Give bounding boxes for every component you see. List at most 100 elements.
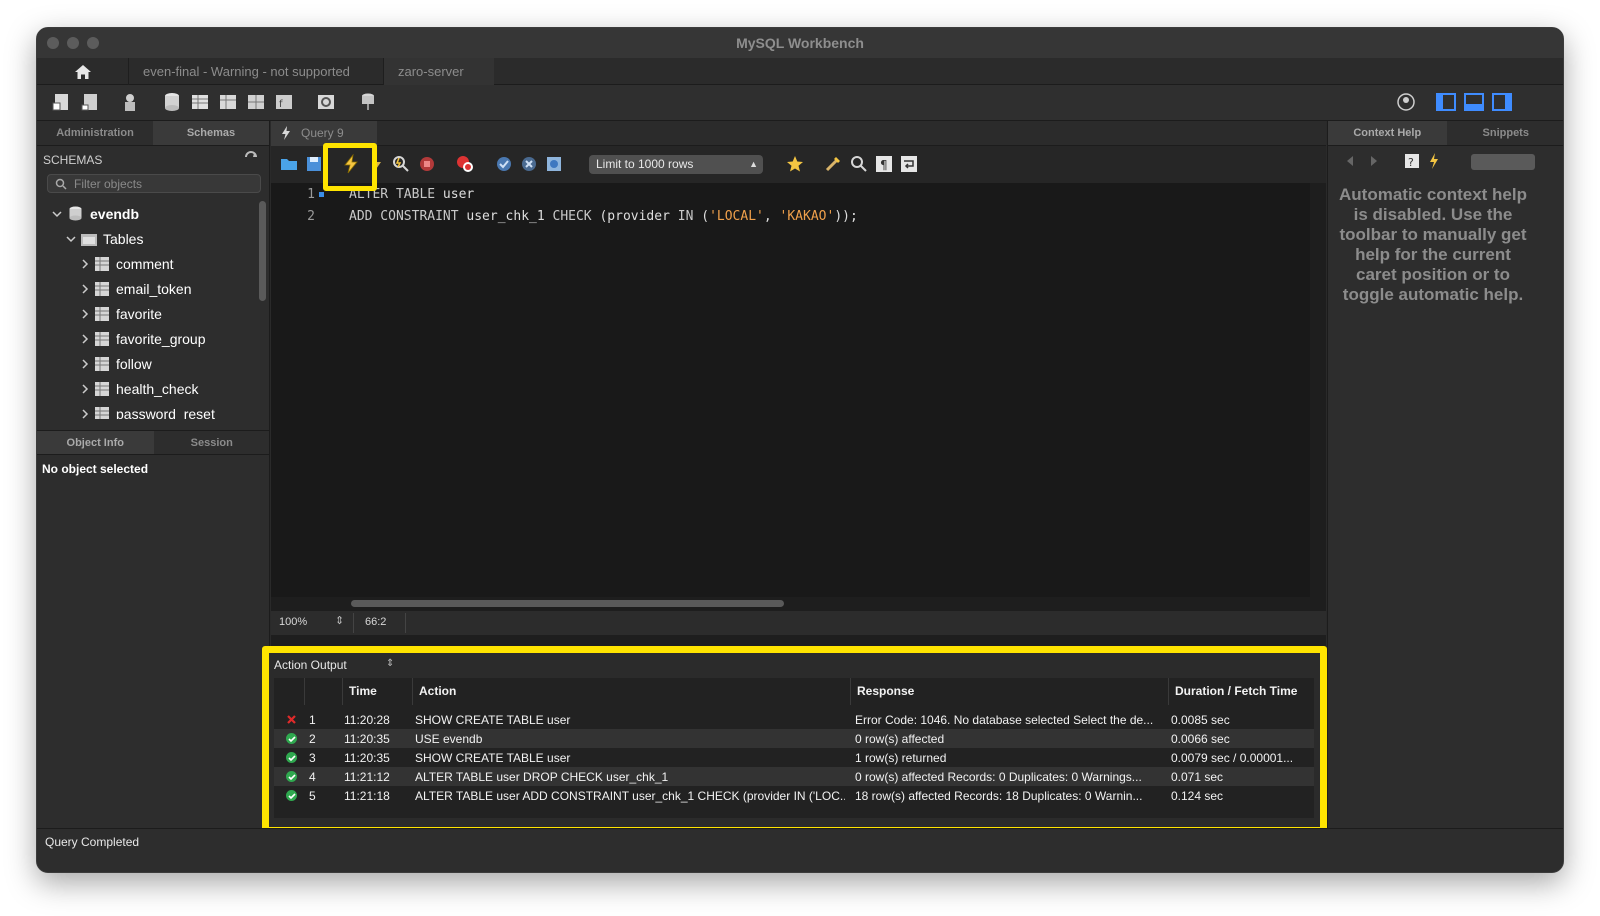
- connection-tab-zaro-server[interactable]: zaro-server: [383, 58, 494, 85]
- tree-item-tables[interactable]: Tables: [65, 226, 143, 251]
- tab-session[interactable]: Session: [154, 431, 271, 454]
- select-arrows-icon[interactable]: ⇕: [386, 658, 394, 669]
- help-toggle-slider[interactable]: [1471, 154, 1535, 170]
- context-help-toolbar: ?: [1328, 146, 1563, 178]
- create-schema-icon[interactable]: [161, 91, 183, 113]
- back-arrow-icon[interactable]: [1346, 156, 1354, 166]
- open-sql-script-icon[interactable]: [79, 91, 101, 113]
- code-token: ,: [763, 209, 780, 224]
- explain-icon[interactable]: [391, 154, 411, 174]
- tree-item-table[interactable]: favorite_group: [79, 326, 206, 351]
- table-row[interactable]: 2 11:20:35 USE evendb 0 row(s) affected …: [274, 729, 1314, 748]
- tree-item-table[interactable]: comment: [79, 251, 174, 276]
- table-row[interactable]: 5 11:21:18 ALTER TABLE user ADD CONSTRAI…: [274, 786, 1314, 805]
- column-header-time[interactable]: Time: [342, 678, 412, 705]
- create-table-icon[interactable]: [189, 91, 211, 113]
- row-time: 11:21:12: [344, 770, 390, 784]
- sql-code-editor[interactable]: 1 ALTER TABLE user 2 ADD CONSTRAINT user…: [271, 183, 1310, 597]
- title-bar: MySQL Workbench: [37, 28, 1563, 58]
- zoom-level[interactable]: 100%: [279, 616, 307, 628]
- refresh-schemas-icon[interactable]: [244, 151, 258, 163]
- save-icon[interactable]: [304, 154, 324, 174]
- toggle-output-area-icon[interactable]: [1463, 91, 1485, 113]
- output-type-select[interactable]: Action Output: [274, 658, 347, 672]
- row-duration: 0.071 sec: [1171, 770, 1224, 784]
- row-time: 11:20:35: [344, 732, 390, 746]
- toggle-sidebar-icon[interactable]: [1435, 91, 1457, 113]
- tree-item-table[interactable]: password_reset: [79, 401, 215, 419]
- output-header: Action Output ⇕: [269, 653, 1320, 678]
- stop-icon[interactable]: [417, 154, 437, 174]
- chevron-down-icon[interactable]: [51, 208, 63, 220]
- forward-arrow-icon[interactable]: [1370, 156, 1378, 166]
- find-icon[interactable]: [849, 154, 869, 174]
- chevron-right-icon[interactable]: [79, 283, 91, 295]
- tree-item-table[interactable]: health_check: [79, 376, 199, 401]
- row-number: 2: [309, 732, 316, 746]
- toggle-continue-on-error-icon[interactable]: [455, 154, 475, 174]
- commit-icon[interactable]: [494, 154, 514, 174]
- object-info-tabs: Object Info Session: [37, 430, 270, 455]
- chevron-right-icon[interactable]: [79, 358, 91, 370]
- create-procedure-icon[interactable]: [245, 91, 267, 113]
- create-view-icon[interactable]: [217, 91, 239, 113]
- rollback-icon[interactable]: [519, 154, 539, 174]
- home-tab[interactable]: [37, 58, 128, 85]
- chevron-right-icon[interactable]: [79, 258, 91, 270]
- table-row[interactable]: 4 11:21:12 ALTER TABLE user DROP CHECK u…: [274, 767, 1314, 786]
- tree-item-evendb[interactable]: evendb: [51, 201, 139, 226]
- filter-objects-input[interactable]: [74, 176, 254, 191]
- tree-item-table[interactable]: email_token: [79, 276, 192, 301]
- tab-context-help[interactable]: Context Help: [1328, 121, 1447, 145]
- tab-snippets[interactable]: Snippets: [1447, 121, 1564, 145]
- code-token: CHECK: [552, 209, 600, 224]
- tab-object-info[interactable]: Object Info: [37, 431, 154, 454]
- home-icon: [74, 64, 91, 79]
- zoom-stepper-icon[interactable]: ⇕: [335, 614, 344, 627]
- tree-item-table[interactable]: favorite: [79, 301, 162, 326]
- table-row[interactable]: 3 11:20:35 SHOW CREATE TABLE user 1 row(…: [274, 748, 1314, 767]
- row-response: Error Code: 1046. No database selected S…: [855, 713, 1154, 727]
- table-row[interactable]: 1 11:20:28 SHOW CREATE TABLE user Error …: [274, 710, 1314, 729]
- chevron-down-icon[interactable]: [65, 233, 77, 245]
- beautify-icon[interactable]: [823, 154, 843, 174]
- right-panel-tabs: Context Help Snippets: [1328, 121, 1564, 146]
- lightning-bolt-icon: [282, 126, 290, 140]
- create-function-icon[interactable]: f: [273, 91, 295, 113]
- row-time: 11:20:28: [344, 713, 390, 727]
- chevron-right-icon[interactable]: [79, 408, 91, 420]
- manual-help-icon[interactable]: ?: [1404, 153, 1420, 169]
- window-title: MySQL Workbench: [736, 35, 864, 51]
- invisible-characters-icon[interactable]: ¶: [874, 154, 894, 174]
- editor-horizontal-scrollbar[interactable]: [351, 600, 784, 607]
- account-icon[interactable]: [1395, 91, 1417, 113]
- table-name: follow: [116, 355, 152, 372]
- svg-text:f: f: [279, 99, 283, 110]
- add-snippet-icon[interactable]: [785, 154, 805, 174]
- toggle-secondary-sidebar-icon[interactable]: [1491, 91, 1513, 113]
- tab-administration[interactable]: Administration: [37, 121, 153, 145]
- chevron-right-icon[interactable]: [79, 383, 91, 395]
- column-header-duration[interactable]: Duration / Fetch Time: [1168, 678, 1314, 705]
- column-header-response[interactable]: Response: [850, 678, 1168, 705]
- svg-text:?: ?: [1408, 156, 1414, 169]
- limit-rows-select[interactable]: Limit to 1000 rows ▲: [589, 155, 763, 174]
- connection-tab-even-final[interactable]: even-final - Warning - not supported: [128, 58, 383, 85]
- schema-tree-scrollbar[interactable]: [259, 201, 266, 301]
- tree-item-table[interactable]: follow: [79, 351, 152, 376]
- search-table-data-icon[interactable]: [315, 91, 337, 113]
- reconnect-icon[interactable]: [357, 91, 379, 113]
- open-file-icon[interactable]: [279, 154, 299, 174]
- auto-help-icon[interactable]: [1428, 153, 1440, 169]
- chevron-right-icon[interactable]: [79, 333, 91, 345]
- action-output-table: Time Action Response Duration / Fetch Ti…: [274, 678, 1314, 818]
- connection-inspector-icon[interactable]: [119, 91, 141, 113]
- chevron-right-icon[interactable]: [79, 308, 91, 320]
- tab-schemas[interactable]: Schemas: [153, 121, 269, 145]
- column-header-action[interactable]: Action: [412, 678, 850, 705]
- code-token: IN: [677, 209, 702, 224]
- new-sql-tab-icon[interactable]: [51, 91, 73, 113]
- autocommit-icon[interactable]: [544, 154, 564, 174]
- column-header-number: [304, 678, 342, 705]
- word-wrap-icon[interactable]: [899, 154, 919, 174]
